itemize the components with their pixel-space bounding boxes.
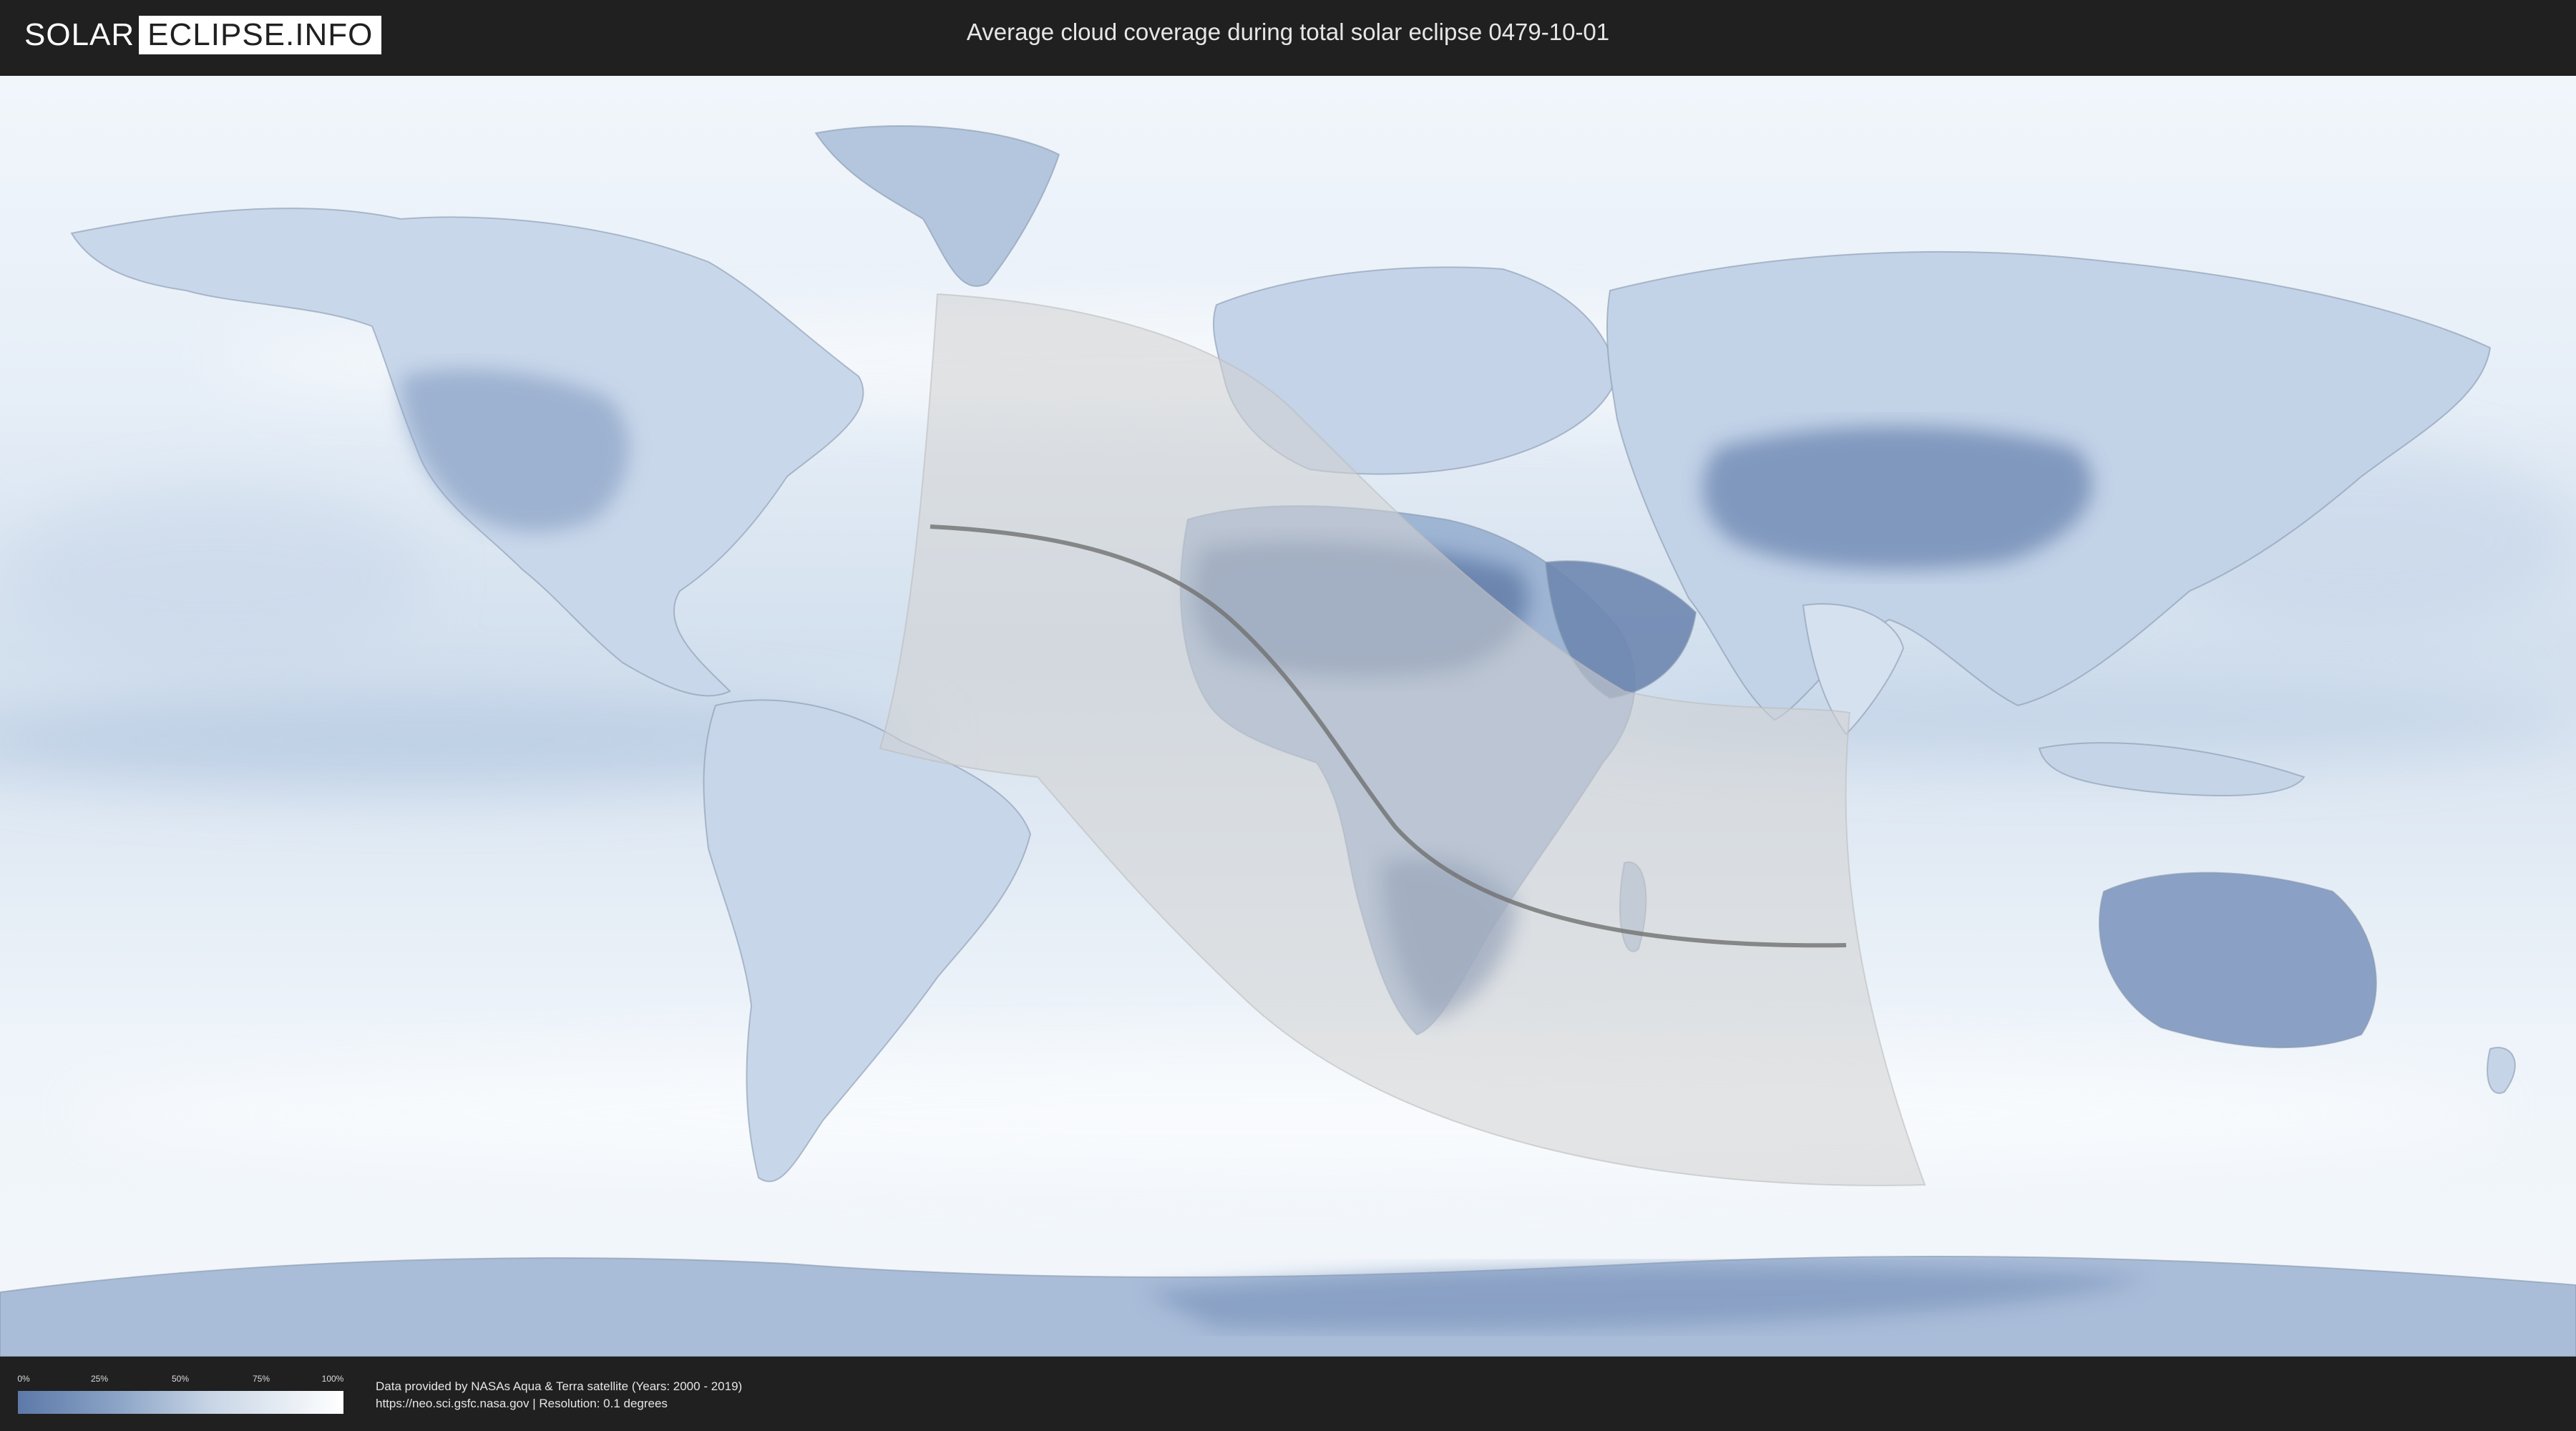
- world-map-svg: [0, 76, 2576, 1357]
- legend-tick-100: 100%: [321, 1374, 344, 1384]
- legend-color-bar: [18, 1391, 343, 1414]
- legend-tick-75: 75%: [252, 1374, 270, 1384]
- top-bar: SOLAR ECLIPSE.INFO Average cloud coverag…: [0, 0, 2576, 72]
- cloud-coverage-legend: 0% 25% 50% 75% 100%: [17, 1374, 344, 1414]
- legend-tick-0: 0%: [17, 1374, 30, 1384]
- legend-ticks: 0% 25% 50% 75% 100%: [17, 1374, 344, 1385]
- credits-line-source: Data provided by NASAs Aqua & Terra sate…: [376, 1379, 743, 1393]
- cloud-coverage-map: [0, 76, 2576, 1357]
- credits-line-url[interactable]: https://neo.sci.gsfc.nasa.gov | Resoluti…: [376, 1395, 742, 1412]
- legend-tick-25: 25%: [90, 1374, 109, 1384]
- central-asia-clear-sky: [1702, 426, 2092, 570]
- page-title: Average cloud coverage during total sola…: [966, 19, 1610, 45]
- data-credits: Data provided by NASAs Aqua & Terra sate…: [376, 1378, 742, 1412]
- legend-tick-50: 50%: [171, 1374, 190, 1384]
